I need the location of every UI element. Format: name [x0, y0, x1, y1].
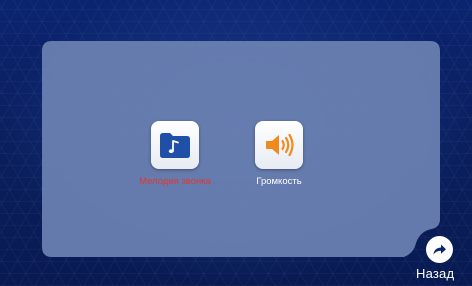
ringtone-menu-item[interactable]: Мелодия звонка	[120, 121, 230, 188]
ringtone-tile[interactable]	[151, 121, 199, 169]
volume-label: Громкость	[256, 176, 302, 187]
volume-menu-item[interactable]: Громкость	[224, 121, 334, 188]
speaker-volume-icon	[266, 133, 294, 157]
back-label[interactable]: Назад	[416, 266, 454, 281]
return-arrow-icon[interactable]	[426, 236, 453, 263]
volume-tile[interactable]	[255, 121, 303, 169]
back-button[interactable]: Назад	[416, 236, 468, 284]
music-folder-icon	[160, 133, 190, 158]
ringtone-label: Мелодия звонка	[139, 176, 211, 187]
